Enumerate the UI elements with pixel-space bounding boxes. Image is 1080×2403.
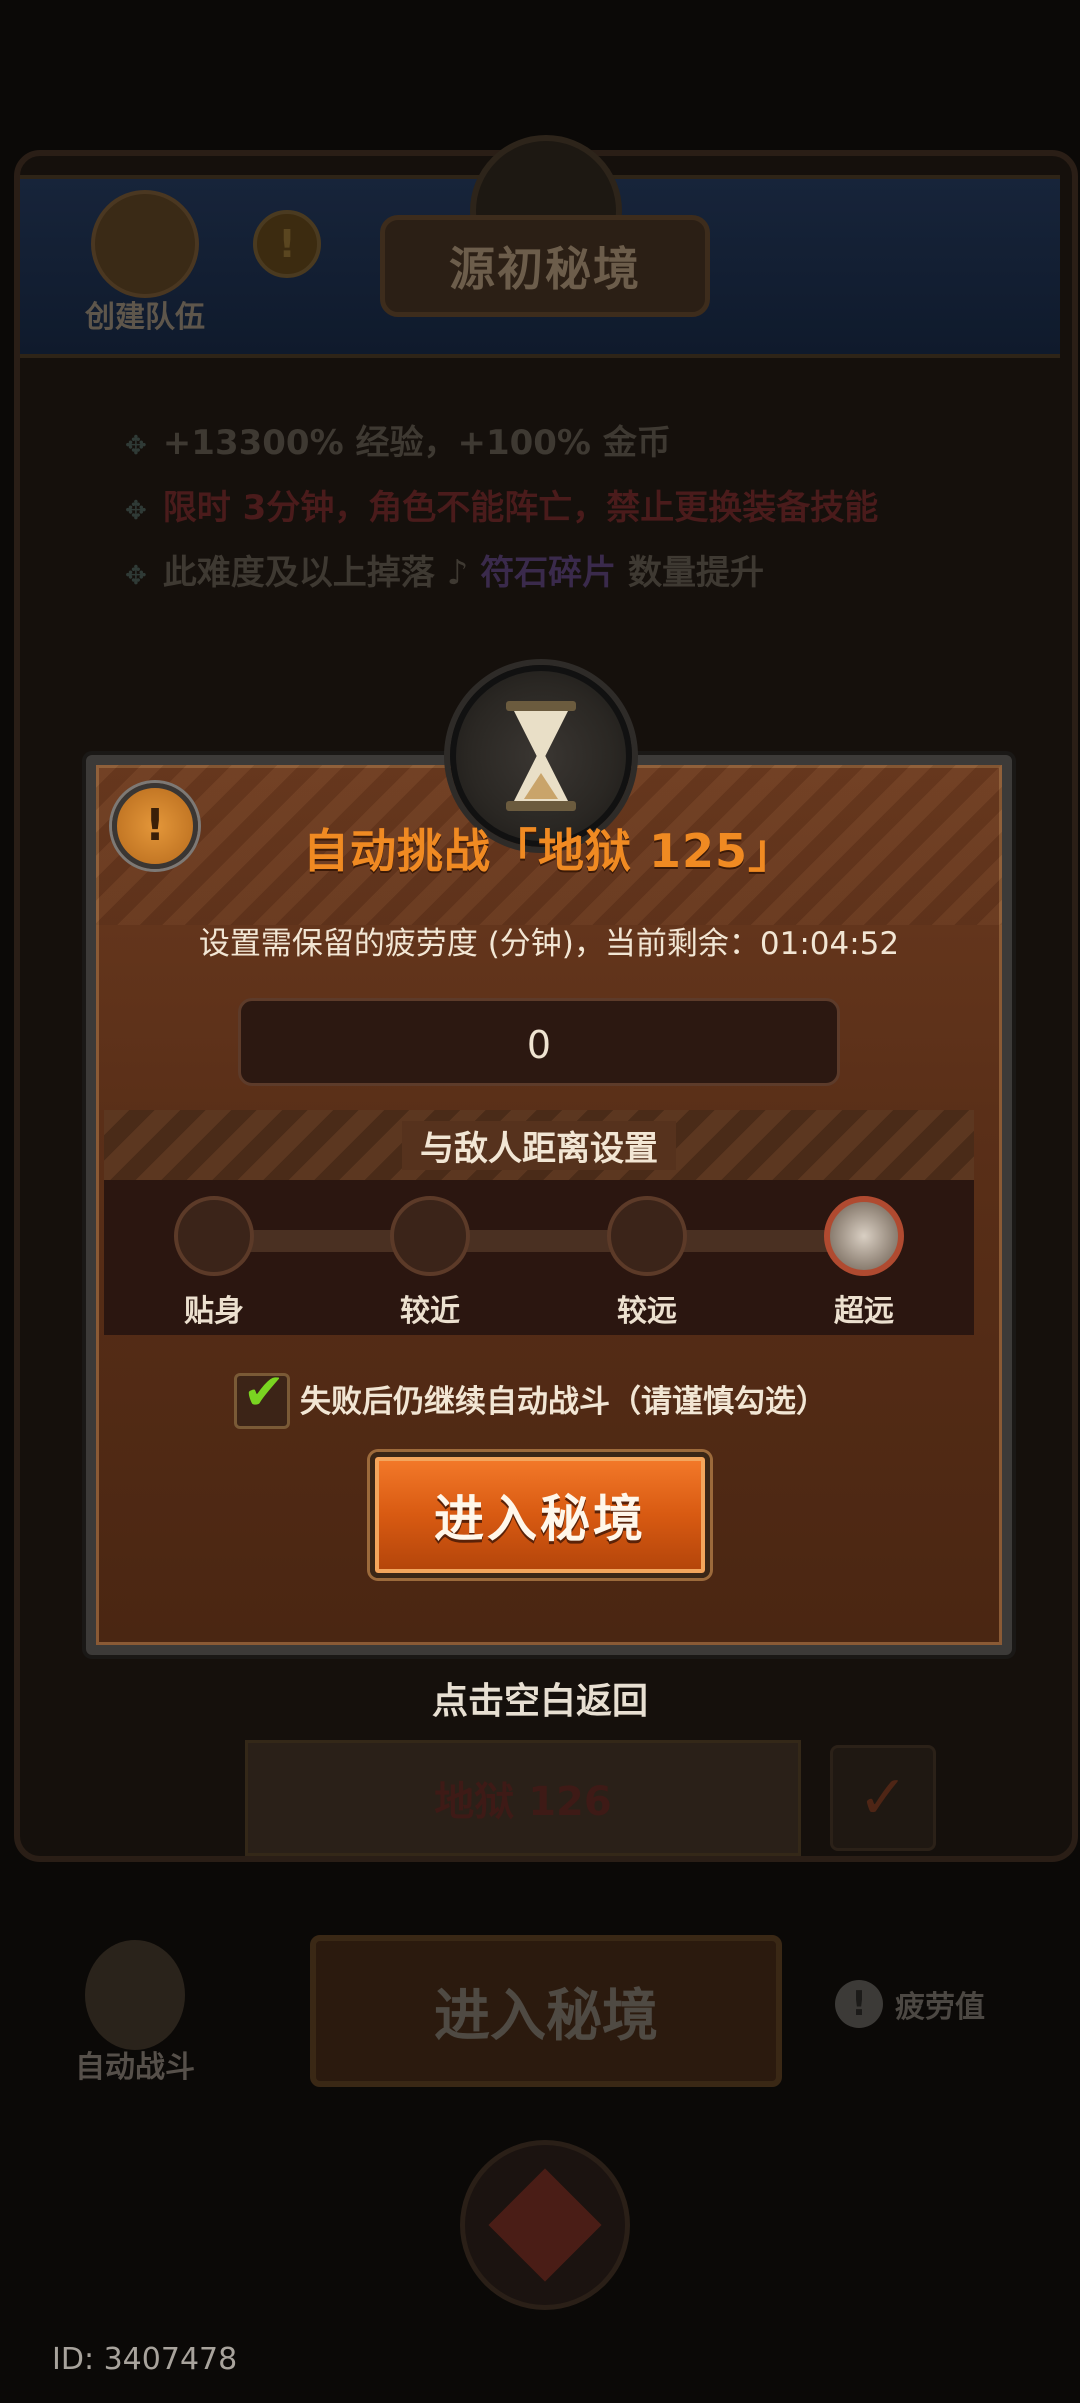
- bottom-battle-icon[interactable]: [460, 2140, 630, 2310]
- fatigue-info-icon: !: [835, 1980, 883, 2028]
- drop-line: ✥ 此难度及以上掉落 ♪ 符石碎片 数量提升: [125, 553, 765, 593]
- banner-title: 源初秘境: [380, 215, 710, 317]
- distance-option-label[interactable]: 超远: [804, 1286, 924, 1330]
- game-screen: 源初秘境 创建队伍 ! ✥ +13300% 经验，+100% 金币 ✥ 限时 3分钟…: [0, 0, 1080, 2403]
- distance-settings-header: 与敌人距离设置: [104, 1110, 974, 1180]
- bullet-icon: ✥: [125, 561, 147, 591]
- continue-after-fail-label[interactable]: 失败后仍继续自动战斗（请谨慎勾选）: [300, 1376, 827, 1421]
- checkmark-icon: ✔: [243, 1363, 285, 1421]
- bullet-icon: ✥: [125, 431, 147, 461]
- distance-option-knob-selected[interactable]: [824, 1196, 904, 1276]
- slider-track[interactable]: [214, 1230, 864, 1252]
- distance-option-knob[interactable]: [174, 1196, 254, 1276]
- dialog-title: 自动挑战「地狱 125」: [302, 824, 796, 878]
- distance-settings-label: 与敌人距离设置: [402, 1120, 676, 1170]
- distance-option-knob[interactable]: [390, 1196, 470, 1276]
- bullet-icon: ✥: [125, 496, 147, 526]
- distance-slider[interactable]: 贴身 较近 较远 超远: [104, 1180, 974, 1335]
- hourglass-icon: [85, 1940, 185, 2050]
- background-enter-button[interactable]: 进入秘境: [310, 1935, 782, 2087]
- auto-battle-label: 自动战斗: [75, 2050, 195, 2085]
- fatigue-info[interactable]: ! 疲劳值: [835, 1980, 985, 2028]
- create-team-label: 创建队伍: [85, 300, 205, 335]
- banner-info-icon[interactable]: !: [253, 210, 321, 278]
- tap-blank-to-return[interactable]: 点击空白返回: [0, 1672, 1080, 1724]
- rune-shard-icon: ♪: [446, 553, 469, 593]
- create-team-button[interactable]: 创建队伍: [60, 190, 230, 336]
- stage-row-next[interactable]: 地狱 126: [245, 1740, 801, 1856]
- user-id: ID: 3407478: [52, 2342, 238, 2377]
- enter-realm-button[interactable]: 进入秘境: [370, 1452, 710, 1578]
- distance-option-label[interactable]: 较远: [587, 1286, 707, 1330]
- auto-battle-button[interactable]: 自动战斗: [50, 1940, 220, 2086]
- distance-option-label[interactable]: 较近: [370, 1286, 490, 1330]
- fatigue-instruction: 设置需保留的疲劳度 (分钟)，当前剩余：01:04:52: [198, 926, 900, 962]
- team-helmet-icon: [91, 190, 199, 298]
- distance-option-label[interactable]: 贴身: [154, 1286, 274, 1330]
- restriction-line: ✥ 限时 3分钟，角色不能阵亡，禁止更换装备技能: [125, 488, 879, 528]
- continue-after-fail-checkbox[interactable]: ✔: [234, 1367, 290, 1429]
- fatigue-label: 疲劳值: [895, 1990, 985, 2025]
- fatigue-reserve-input[interactable]: 0: [238, 998, 840, 1086]
- bonus-line: ✥ +13300% 经验，+100% 金币: [125, 423, 671, 463]
- stage-check-icon[interactable]: ✓: [830, 1745, 936, 1851]
- distance-option-knob[interactable]: [607, 1196, 687, 1276]
